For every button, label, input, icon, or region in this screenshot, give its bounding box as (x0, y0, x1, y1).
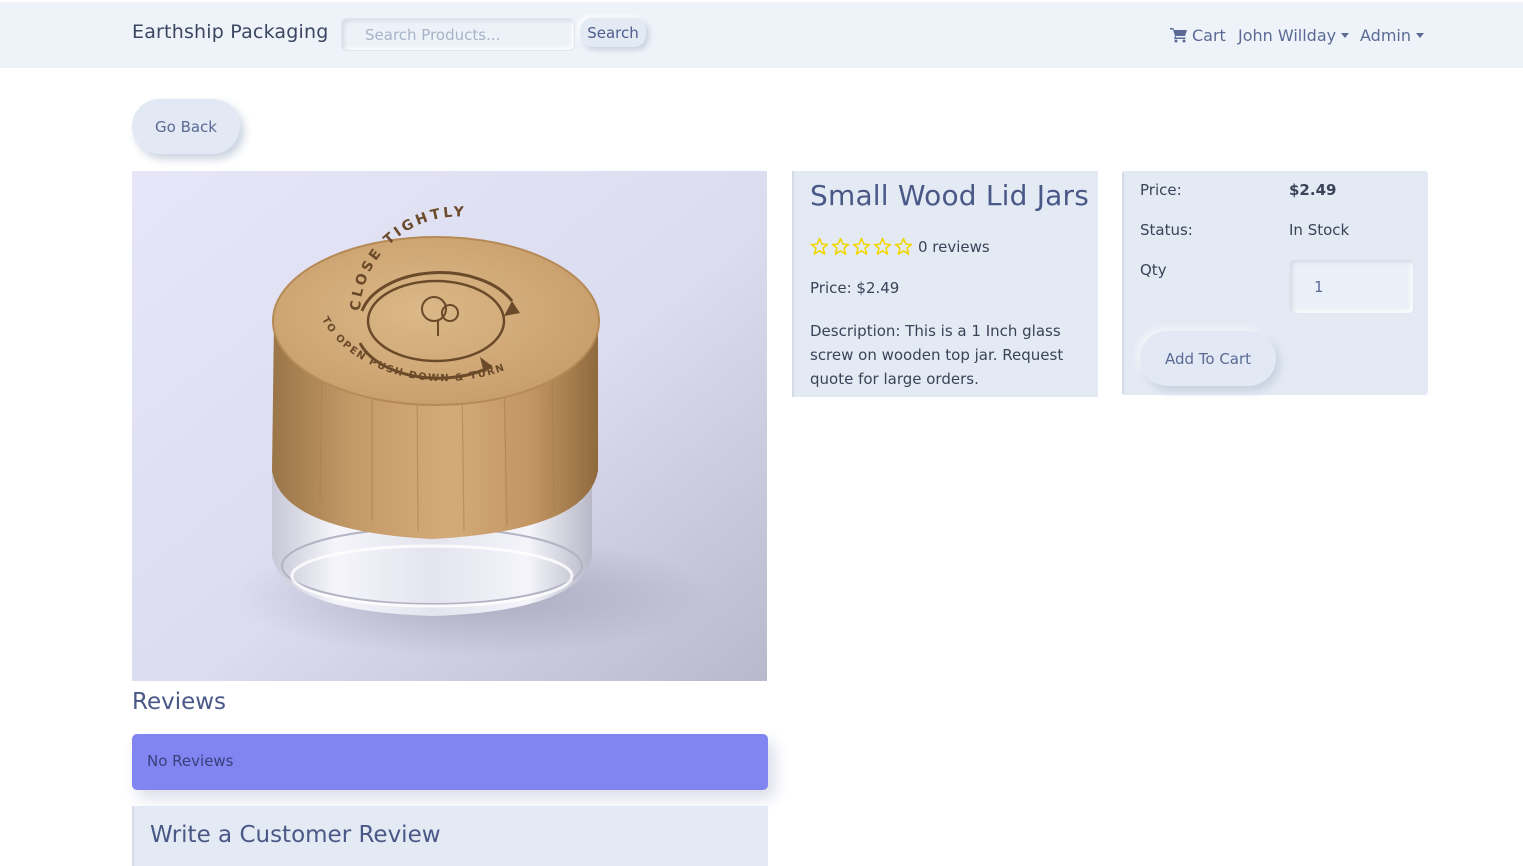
user-menu-dropdown[interactable]: John Willday (1238, 24, 1350, 46)
admin-menu-label: Admin (1360, 25, 1411, 45)
reviews-count: 0 reviews (918, 237, 990, 256)
price-value: $2.49 (1289, 181, 1337, 199)
user-menu-label: John Willday (1238, 25, 1337, 45)
brand-logo[interactable]: Earthship Packaging (132, 21, 329, 43)
star-outline-icon (831, 237, 850, 255)
price-label: Price: (1140, 181, 1182, 199)
cart-icon (1170, 28, 1187, 43)
product-description: Description: This is a 1 Inch glass scre… (810, 322, 1064, 388)
caret-down-icon (1341, 32, 1350, 38)
qty-label: Qty (1140, 261, 1167, 279)
no-reviews-alert: No Reviews (132, 734, 768, 790)
product-info-card: Small Wood Lid Jars 0 reviews Price: $2.… (792, 171, 1098, 397)
star-outline-icon (894, 237, 913, 255)
search-button[interactable]: Search (580, 18, 646, 47)
navbar: Earthship Packaging Search Cart John Wil… (0, 0, 1523, 68)
star-outline-icon (852, 237, 871, 255)
product-image: CLOSE TIGHTLY TO OPEN PUSH DOWN & TURN (132, 171, 767, 681)
admin-menu-dropdown[interactable]: Admin (1360, 24, 1424, 46)
nav-cart-link[interactable]: Cart (1170, 24, 1226, 46)
product-title: Small Wood Lid Jars (810, 179, 1090, 212)
add-to-cart-button[interactable]: Add To Cart (1140, 331, 1276, 386)
write-review-card: Write a Customer Review (132, 806, 768, 866)
cart-label: Cart (1192, 25, 1226, 45)
star-outline-icon (873, 237, 892, 255)
purchase-card: Price: $2.49 Status: In Stock Qty Add To… (1122, 171, 1428, 395)
qty-input[interactable] (1289, 259, 1414, 314)
caret-down-icon (1416, 32, 1424, 38)
product-rating: 0 reviews (810, 237, 990, 256)
go-back-button[interactable]: Go Back (132, 99, 240, 154)
product-price: Price: $2.49 (810, 279, 900, 297)
reviews-heading: Reviews (132, 689, 227, 715)
status-label: Status: (1140, 221, 1193, 239)
status-value: In Stock (1289, 221, 1350, 239)
write-review-heading: Write a Customer Review (150, 822, 441, 848)
search-input[interactable] (341, 18, 575, 51)
star-outline-icon (810, 237, 829, 255)
